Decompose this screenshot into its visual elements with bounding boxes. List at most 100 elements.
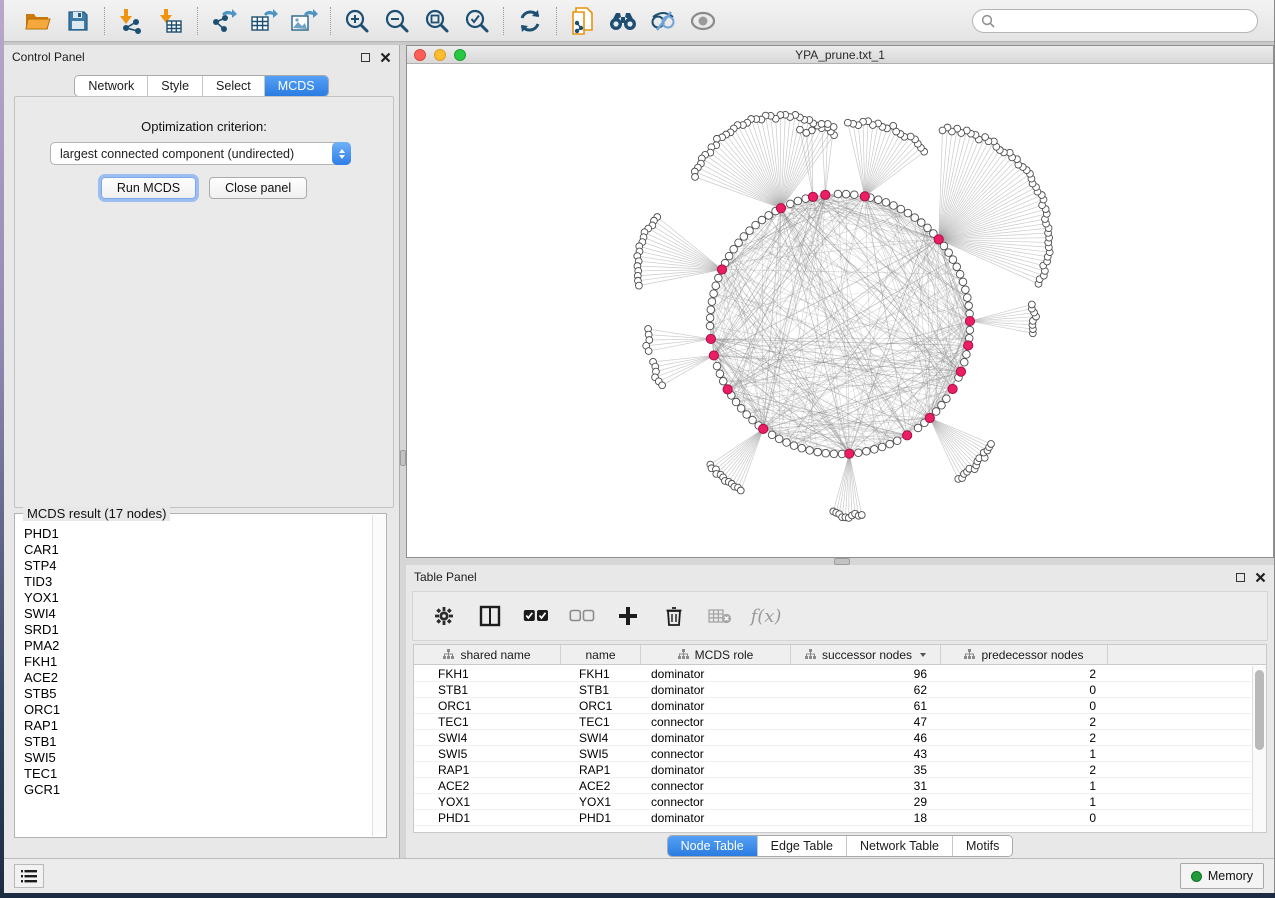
network-canvas[interactable]: [407, 64, 1273, 557]
find-icon[interactable]: [607, 5, 639, 37]
close-window-icon[interactable]: [414, 49, 426, 61]
table-cell: SWI5: [414, 747, 561, 761]
column-header-mcds-role[interactable]: MCDS role: [641, 645, 791, 664]
list-scrollbar[interactable]: [372, 515, 385, 836]
task-history-button[interactable]: [14, 864, 44, 888]
function-builder-icon[interactable]: f(x): [753, 603, 779, 629]
toolbar-separator: [104, 7, 105, 35]
mcds-result-item[interactable]: RAP1: [16, 718, 372, 734]
table-cell: STB1: [561, 683, 641, 697]
tab-edge-table[interactable]: Edge Table: [757, 836, 846, 856]
delete-column-icon[interactable]: [661, 603, 687, 629]
mcds-result-item[interactable]: FKH1: [16, 654, 372, 670]
criterion-select[interactable]: largest connected component (undirected): [50, 142, 351, 165]
mcds-result-item[interactable]: TEC1: [16, 766, 372, 782]
tab-node-table[interactable]: Node Table: [668, 836, 757, 856]
mcds-result-item[interactable]: GCR1: [16, 782, 372, 798]
mcds-result-item[interactable]: SWI4: [16, 606, 372, 622]
chevron-down-icon[interactable]: [920, 653, 926, 657]
vertical-splitter[interactable]: [400, 45, 406, 858]
mcds-result-item[interactable]: CAR1: [16, 542, 372, 558]
mcds-result-item[interactable]: STP4: [16, 558, 372, 574]
table-row[interactable]: FKH1FKH1dominator962: [414, 666, 1252, 682]
table-row[interactable]: YOX1YOX1connector291: [414, 794, 1252, 810]
memory-button[interactable]: Memory: [1180, 863, 1264, 889]
toolbar-separator: [556, 7, 557, 35]
table-options-icon[interactable]: [431, 603, 457, 629]
column-header-successor-nodes[interactable]: successor nodes: [791, 645, 941, 664]
table-row[interactable]: PHD1PHD1dominator180: [414, 810, 1252, 826]
close-panel-button[interactable]: Close panel: [209, 177, 307, 199]
tab-style[interactable]: Style: [147, 76, 202, 96]
select-all-checkboxes-icon[interactable]: [523, 603, 549, 629]
table-scrollbar[interactable]: [1252, 666, 1266, 832]
close-panel-icon[interactable]: [380, 52, 391, 63]
mcds-result-item[interactable]: PMA2: [16, 638, 372, 654]
zoom-fit-icon[interactable]: [421, 5, 453, 37]
table-cell: 1: [941, 795, 1108, 809]
new-network-from-selection-icon[interactable]: [567, 5, 599, 37]
import-table-icon[interactable]: [155, 5, 187, 37]
mcds-result-item[interactable]: STB5: [16, 686, 372, 702]
tab-network[interactable]: Network: [75, 76, 147, 96]
zoom-selected-icon[interactable]: [461, 5, 493, 37]
control-panel-title: Control Panel: [12, 50, 85, 64]
tab-motifs[interactable]: Motifs: [952, 836, 1012, 856]
show-graphics-details-icon[interactable]: [687, 5, 719, 37]
add-column-icon[interactable]: [615, 603, 641, 629]
clear-all-checkboxes-icon[interactable]: [569, 603, 595, 629]
mcds-result-item[interactable]: PHD1: [16, 526, 372, 542]
attribute-type-icon: [443, 649, 454, 660]
table-row[interactable]: ORC1ORC1dominator610: [414, 698, 1252, 714]
table-scrollbar-thumb[interactable]: [1255, 670, 1264, 750]
mcds-result-item[interactable]: STB1: [16, 734, 372, 750]
mcds-result-item[interactable]: TID3: [16, 574, 372, 590]
float-table-panel-icon[interactable]: [1236, 573, 1245, 582]
zoom-in-icon[interactable]: [341, 5, 373, 37]
maximize-window-icon[interactable]: [454, 49, 466, 61]
export-network-icon[interactable]: [208, 5, 240, 37]
tab-select[interactable]: Select: [202, 76, 264, 96]
table-row[interactable]: ACE2ACE2connector311: [414, 778, 1252, 794]
zoom-out-icon[interactable]: [381, 5, 413, 37]
network-window-titlebar[interactable]: YPA_prune.txt_1: [407, 46, 1273, 64]
show-column-icon[interactable]: [477, 603, 503, 629]
mcds-result-item[interactable]: SWI5: [16, 750, 372, 766]
mcds-result-item[interactable]: ORC1: [16, 702, 372, 718]
tab-mcds[interactable]: MCDS: [264, 76, 328, 96]
network-graph: [407, 64, 1274, 556]
horizontal-splitter-handle[interactable]: [834, 558, 850, 565]
table-cell: connector: [641, 715, 791, 729]
list-icon: [21, 870, 37, 883]
table-row[interactable]: STB1STB1dominator620: [414, 682, 1252, 698]
vertical-splitter-handle[interactable]: [400, 450, 406, 466]
criterion-label: Optimization criterion:: [15, 119, 393, 134]
import-network-icon[interactable]: [115, 5, 147, 37]
delete-table-icon[interactable]: [707, 603, 733, 629]
search-input[interactable]: [1000, 14, 1249, 28]
column-header-predecessor-nodes[interactable]: predecessor nodes: [941, 645, 1108, 664]
network-window: YPA_prune.txt_1: [406, 45, 1274, 558]
table-row[interactable]: SWI4SWI4dominator462: [414, 730, 1252, 746]
column-header-name[interactable]: name: [561, 645, 641, 664]
refresh-icon[interactable]: [514, 5, 546, 37]
open-file-icon[interactable]: [22, 5, 54, 37]
export-image-icon[interactable]: [288, 5, 320, 37]
mcds-result-item[interactable]: YOX1: [16, 590, 372, 606]
mcds-result-item[interactable]: ACE2: [16, 670, 372, 686]
table-row[interactable]: TEC1TEC1connector472: [414, 714, 1252, 730]
mcds-result-item[interactable]: SRD1: [16, 622, 372, 638]
tab-network-table[interactable]: Network Table: [846, 836, 952, 856]
table-row[interactable]: SWI5SWI5connector431: [414, 746, 1252, 762]
close-table-panel-icon[interactable]: [1255, 572, 1266, 583]
horizontal-splitter[interactable]: [406, 558, 1274, 565]
save-session-icon[interactable]: [62, 5, 94, 37]
table-cell: SWI4: [561, 731, 641, 745]
run-mcds-button[interactable]: Run MCDS: [101, 177, 196, 199]
table-row[interactable]: RAP1RAP1dominator352: [414, 762, 1252, 778]
float-panel-icon[interactable]: [361, 53, 370, 62]
minimize-window-icon[interactable]: [434, 49, 446, 61]
export-table-icon[interactable]: [248, 5, 280, 37]
hide-selection-icon[interactable]: [647, 5, 679, 37]
column-header-shared-name[interactable]: shared name: [414, 645, 561, 664]
